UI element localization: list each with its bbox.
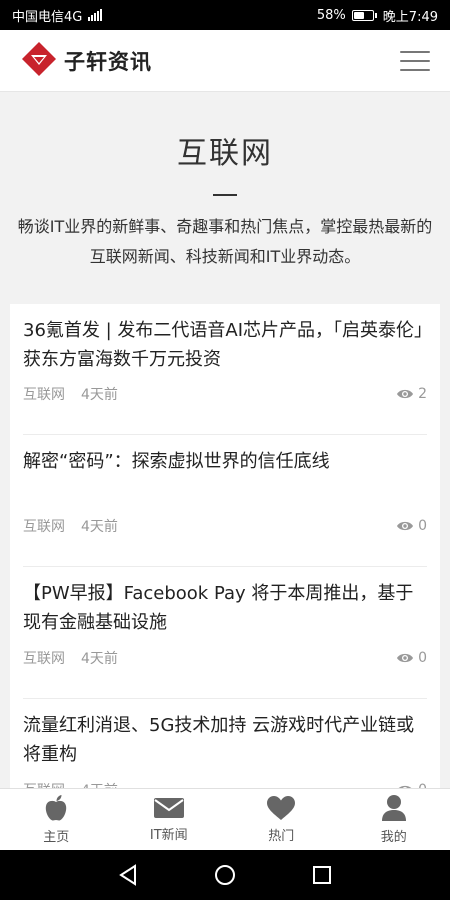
views-count: 0: [418, 650, 427, 666]
article-category: 互联网: [23, 519, 65, 535]
list-item[interactable]: 解密“密码”：探索虚拟世界的信任底线 互联网 4天前 0: [23, 435, 427, 567]
logo[interactable]: 子轩资讯: [20, 40, 152, 82]
status-left: 中国电信4G: [12, 6, 103, 25]
eye-icon: [397, 521, 414, 531]
article-time: 4天前: [81, 651, 118, 667]
page-title: 互联网: [177, 136, 273, 171]
list-item[interactable]: 【PW早报】Facebook Pay 将于本周推出，基于现有金融基础设施 互联网…: [23, 567, 427, 699]
carrier-label: 中国电信4G: [12, 9, 83, 25]
signal-icon: [88, 9, 103, 21]
article-category: 互联网: [23, 387, 65, 403]
article-category: 互联网: [23, 780, 65, 788]
views-count: 2: [418, 386, 427, 402]
recents-square-icon[interactable]: [311, 864, 333, 886]
app-header: 子轩资讯: [0, 30, 450, 92]
article-time: 4天前: [81, 519, 118, 535]
logo-icon: [20, 40, 58, 82]
status-right: 58% 晚上7:49: [317, 6, 438, 25]
tab-label: 主页: [43, 830, 70, 845]
tab-label: IT新闻: [149, 828, 188, 843]
article-meta: 互联网 4天前 0: [23, 516, 427, 536]
article-title[interactable]: 流量红利消退、5G技术加持 云游戏时代产业链或将重构: [23, 711, 427, 769]
article-meta: 互联网 4天前 0: [23, 648, 427, 668]
article-time: 4天前: [81, 387, 118, 403]
views-count: 0: [418, 518, 427, 534]
tab-home[interactable]: 主页: [0, 789, 113, 850]
heart-icon: [267, 796, 296, 820]
article-time: 4天前: [81, 780, 118, 788]
home-circle-icon[interactable]: [214, 864, 236, 886]
user-icon: [381, 795, 406, 821]
article-title[interactable]: 解密“密码”：探索虚拟世界的信任底线: [23, 447, 427, 505]
envelope-icon: [153, 798, 184, 818]
article-list: 36氪首发 | 发布二代语音AI芯片产品，「启英泰伦」获东方富海数千万元投资 互…: [10, 304, 440, 788]
apple-icon: [46, 795, 67, 821]
article-views: 2: [396, 386, 427, 402]
back-icon[interactable]: [117, 864, 139, 886]
logo-text: 子轩资讯: [64, 49, 152, 74]
tab-bar: 主页 IT新闻 热门 我的: [0, 788, 450, 850]
category-header: 互联网 畅谈IT业界的新鲜事、奇趣事和热门焦点，掌控最热最新的互联网新闻、科技新…: [0, 92, 450, 304]
article-meta: 互联网 4天前 0: [23, 780, 427, 788]
battery-icon: [351, 9, 377, 21]
tab-me[interactable]: 我的: [338, 789, 450, 850]
tab-hot[interactable]: 热门: [225, 789, 338, 850]
title-divider: [213, 194, 237, 196]
clock: 晚上7:49: [382, 9, 438, 25]
tab-it-news[interactable]: IT新闻: [113, 789, 226, 850]
tab-label: 我的: [380, 830, 407, 845]
menu-button[interactable]: [400, 50, 430, 71]
battery-percent: 58%: [316, 7, 346, 23]
eye-icon: [397, 389, 414, 399]
system-nav-bar: [0, 850, 450, 900]
tab-label: 热门: [268, 829, 295, 844]
article-title[interactable]: 【PW早报】Facebook Pay 将于本周推出，基于现有金融基础设施: [23, 579, 427, 637]
category-description: 畅谈IT业界的新鲜事、奇趣事和热门焦点，掌控最热最新的互联网新闻、科技新闻和IT…: [17, 217, 433, 266]
list-item[interactable]: 流量红利消退、5G技术加持 云游戏时代产业链或将重构 互联网 4天前 0: [23, 699, 427, 788]
article-views: 0: [396, 650, 427, 666]
article-category: 互联网: [23, 651, 65, 667]
list-item[interactable]: 36氪首发 | 发布二代语音AI芯片产品，「启英泰伦」获东方富海数千万元投资 互…: [23, 304, 427, 435]
eye-icon: [397, 653, 414, 663]
status-bar: 中国电信4G 58% 晚上7:49: [0, 0, 450, 30]
menu-icon: [400, 50, 430, 53]
article-views: 0: [396, 518, 427, 534]
article-title[interactable]: 36氪首发 | 发布二代语音AI芯片产品，「启英泰伦」获东方富海数千万元投资: [23, 316, 427, 374]
article-meta: 互联网 4天前 2: [23, 384, 427, 404]
